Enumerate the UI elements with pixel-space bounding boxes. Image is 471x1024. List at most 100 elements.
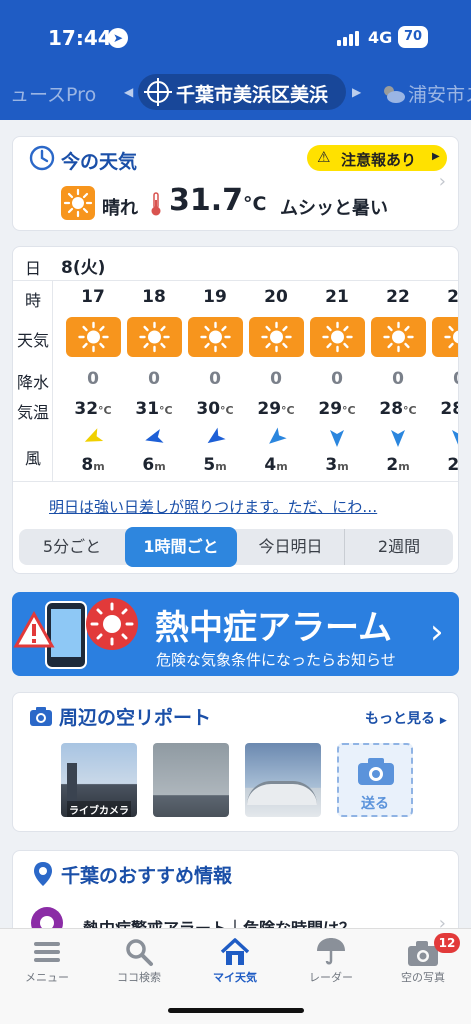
temp-value: 28°C: [431, 399, 458, 419]
send-photo-button[interactable]: 送る: [337, 743, 413, 817]
wind-speed: 2m: [370, 455, 426, 475]
location-tabs: ュースPro ◀ 千葉市美浜区美浜 ▶ 浦安市ス: [0, 72, 471, 112]
current-location-icon: [144, 78, 172, 106]
search-icon: [94, 933, 184, 969]
partly-cloudy-icon: [384, 86, 405, 103]
chevron-right-icon: ›: [430, 612, 444, 652]
sky-photo-1[interactable]: ライブカメラ: [61, 743, 137, 817]
wind-unit: m: [337, 460, 349, 473]
sky-report-title: 周辺の空リポート: [59, 707, 212, 729]
sunny-icon: [188, 317, 243, 357]
sunny-icon: [249, 317, 304, 357]
hour-label: 23: [447, 287, 459, 307]
banner-title: 熱中症アラーム: [155, 608, 392, 648]
segment-1hour[interactable]: 1時間ごと: [125, 527, 237, 567]
wind-number: 4: [264, 455, 277, 475]
sunny-icon: [61, 186, 95, 220]
recommend-title: 千葉のおすすめ情報: [61, 865, 233, 887]
hour-label: 18: [142, 287, 166, 307]
current-temperature: 31.7°C: [169, 183, 266, 218]
nav-sky-photos[interactable]: 12 空の写真: [378, 933, 468, 985]
temp-unit: °C: [281, 404, 295, 417]
row-label-hour: 時: [25, 291, 42, 310]
nav-menu-label: メニュー: [25, 971, 69, 984]
tab-current-location[interactable]: 千葉市美浜区美浜: [138, 74, 346, 110]
hour-column: 18 0 31°C 6m: [126, 281, 182, 481]
status-time: 17:44: [48, 26, 112, 50]
temp-value: 32°C: [65, 399, 121, 419]
tab-next-location[interactable]: 浦安市ス: [380, 80, 471, 107]
wind-speed: 8m: [65, 455, 121, 475]
hour-column: 20 0 29°C 4m: [248, 281, 304, 481]
sky-photo-3[interactable]: [245, 743, 321, 817]
temp-value: 28°C: [370, 399, 426, 419]
segment-5min[interactable]: 5分ごと: [19, 529, 125, 565]
alert-button[interactable]: ⚠ 注意報あり ▶: [307, 145, 447, 171]
heatstroke-alarm-banner[interactable]: 熱中症アラーム 危険な気象条件になったらお知らせ ›: [12, 592, 459, 676]
camera-icon: [358, 758, 394, 785]
nav-search[interactable]: ココ検索: [94, 933, 184, 985]
building-shape: [67, 763, 77, 803]
sky-photo-2[interactable]: [153, 743, 229, 817]
app-header: 17:44 ➤ 4G 70 ュースPro ◀ 千葉市美浜区美浜 ▶ 浦安市ス: [0, 0, 471, 120]
tab-prev-location[interactable]: ュースPro: [10, 80, 96, 107]
stadium-shape: [247, 781, 317, 805]
recommend-card[interactable]: 千葉のおすすめ情報 熱中症警戒アラート｜危険な時間は？ ›: [12, 850, 459, 940]
sunny-icon: [371, 317, 426, 357]
forecast-summary-link[interactable]: 明日は強い日差しが照りつけます。ただ、にわ…: [49, 496, 377, 517]
more-link[interactable]: もっと見る ▶: [365, 708, 447, 728]
wind-direction-icon: [330, 430, 344, 447]
temp-number: 28: [379, 399, 404, 419]
hour-column: 21 0 29°C 3m: [309, 281, 365, 481]
temp-unit: °C: [220, 404, 234, 417]
temp-value: 31.7: [169, 183, 244, 218]
segment-2weeks[interactable]: 2週間: [345, 529, 453, 565]
hour-column: 22 0 28°C 2m: [370, 281, 426, 481]
wind-speed: 4m: [248, 455, 304, 475]
wind-speed: 2m: [431, 455, 458, 475]
nav-my-weather[interactable]: マイ天気: [190, 933, 280, 985]
chevron-right-icon: ›: [438, 171, 446, 192]
wind-speed: 6m: [126, 455, 182, 475]
temp-unit: °C: [403, 404, 417, 417]
temp-number: 29: [257, 399, 282, 419]
precip-value: 0: [87, 369, 99, 389]
row-labels: 時 天気 降水 気温 風: [13, 281, 53, 481]
current-weather-card[interactable]: 今の天気 ⚠ 注意報あり ▶ 晴れ 31.7°C ムシッと暑い ›: [12, 136, 459, 231]
hour-label: 21: [325, 287, 349, 307]
notification-badge: 12: [434, 933, 460, 953]
hour-column: 17 0 32°C 8m: [65, 281, 121, 481]
interval-segmented-control: 5分ごと 1時間ごと 今日明日 2週間: [19, 527, 453, 567]
precip-value: 0: [392, 369, 404, 389]
chevron-left-icon[interactable]: ◀: [124, 85, 133, 99]
chevron-right-icon[interactable]: ▶: [352, 85, 361, 99]
wind-direction-icon: [145, 429, 164, 443]
sunny-icon: [310, 317, 365, 357]
tab-current-label: 千葉市美浜区美浜: [176, 84, 329, 106]
home-icon: [190, 933, 280, 969]
signal-icon: [337, 30, 363, 46]
date-row: 日 8(火): [13, 247, 458, 281]
camera-icon: 12: [378, 933, 468, 969]
segment-today-tomorrow[interactable]: 今日明日: [237, 529, 345, 565]
row-label-date: 日: [25, 259, 42, 278]
nav-radar[interactable]: レーダー: [286, 933, 376, 985]
wind-unit: m: [276, 460, 288, 473]
wind-direction-icon: [269, 427, 287, 444]
nav-search-label: ココ検索: [117, 971, 161, 984]
sky-report-card: 周辺の空リポート もっと見る ▶ ライブカメラ 送る: [12, 692, 459, 832]
row-label-temp: 気温: [17, 403, 50, 422]
nav-menu[interactable]: メニュー: [2, 933, 92, 985]
temp-value: 30°C: [187, 399, 243, 419]
menu-icon: [2, 933, 92, 969]
sunny-icon: [127, 317, 182, 357]
wind-direction-icon: [207, 427, 226, 444]
precip-value: 0: [148, 369, 160, 389]
wind-number: 3: [325, 455, 338, 475]
home-indicator: [168, 1008, 304, 1013]
temp-number: 30: [196, 399, 221, 419]
weather-label: 晴れ: [102, 198, 138, 219]
temp-value: 29°C: [309, 399, 365, 419]
temp-unit: °C: [243, 193, 267, 215]
row-label-weather: 天気: [17, 331, 50, 350]
